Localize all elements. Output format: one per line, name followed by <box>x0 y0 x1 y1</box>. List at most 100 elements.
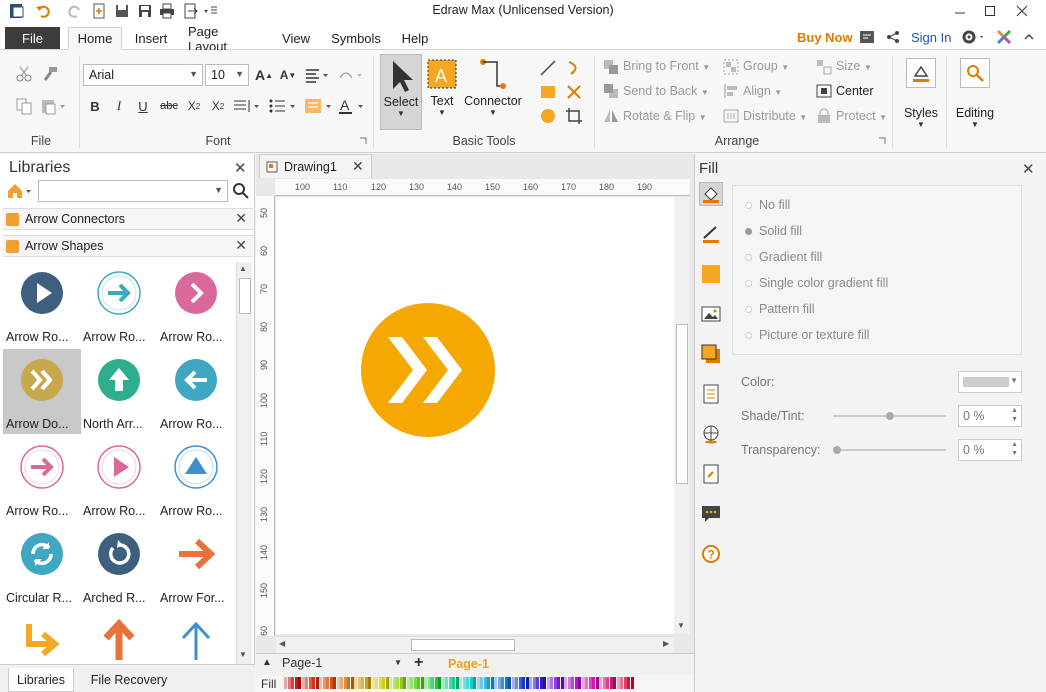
library-shape-item[interactable]: Arched R... <box>80 523 158 608</box>
spinner-arrows-icon[interactable]: ▲ ▼ <box>1011 406 1018 424</box>
editing-button[interactable]: Editing ▼ <box>952 56 998 136</box>
lock-icon[interactable] <box>815 107 833 125</box>
add-page-icon[interactable]: + <box>414 654 423 672</box>
underline-icon[interactable]: U <box>134 96 152 116</box>
center-icon[interactable] <box>815 82 833 100</box>
align-icon[interactable] <box>722 82 740 100</box>
fill-option-single-color-gradient[interactable]: Single color gradient fill <box>745 276 888 290</box>
drawing-page[interactable] <box>276 197 674 634</box>
line-style-icon[interactable] <box>699 222 723 246</box>
italic-icon[interactable]: I <box>110 96 128 116</box>
styles-button[interactable]: Styles ▼ <box>898 56 944 136</box>
library-shape-item[interactable]: Arrow Do... <box>3 349 81 434</box>
text-tool-button[interactable]: A Text ▼ <box>424 54 460 130</box>
help-question-icon[interactable]: ? <box>699 542 723 566</box>
page-properties-icon[interactable] <box>699 382 723 406</box>
paragraph-align-icon[interactable] <box>304 65 330 85</box>
library-shape-item[interactable] <box>157 610 235 662</box>
scroll-down-icon[interactable]: ▼ <box>677 621 685 630</box>
spinner-arrows-icon[interactable]: ▲ ▼ <box>1011 440 1018 458</box>
select-tool-button[interactable]: Select ▼ <box>380 54 422 130</box>
cut-icon[interactable] <box>14 64 34 84</box>
library-shape-item[interactable] <box>3 610 81 662</box>
group-button[interactable]: Group ▼ <box>743 59 789 73</box>
color-swatch[interactable] <box>630 677 634 689</box>
fill-option-no-fill[interactable]: No fill <box>745 198 790 212</box>
close-window-icon[interactable] <box>1006 0 1038 22</box>
font-name-select[interactable]: Arial ▼ <box>83 64 203 86</box>
fill-option-picture-texture[interactable]: Picture or texture fill <box>745 328 869 342</box>
send-to-back-button[interactable]: Send to Back ▼ <box>623 84 709 98</box>
close-fill-panel-icon[interactable]: ✕ <box>1022 160 1035 178</box>
buy-now-link[interactable]: Buy Now <box>797 30 853 45</box>
rectangle-tool-icon[interactable] <box>538 82 558 102</box>
transparency-slider-thumb[interactable] <box>833 446 841 454</box>
tab-symbols[interactable]: Symbols <box>324 27 388 50</box>
close-libraries-icon[interactable]: ✕ <box>234 159 247 177</box>
library-shape-item[interactable] <box>80 610 158 662</box>
library-shape-item[interactable]: North Arr... <box>80 349 158 434</box>
rotate-flip-icon[interactable] <box>602 107 620 125</box>
library-search-input[interactable]: ▼ <box>38 180 228 202</box>
canvas-vertical-scrollbar[interactable]: ▼ <box>674 197 690 634</box>
protect-button[interactable]: Protect ▼ <box>836 109 887 123</box>
minimize-icon[interactable] <box>944 0 976 22</box>
library-shape-item[interactable]: Circular R... <box>3 523 81 608</box>
canvas-vscroll-thumb[interactable] <box>676 324 688 484</box>
fill-panel-icon[interactable] <box>699 182 723 206</box>
fill-option-pattern-fill[interactable]: Pattern fill <box>745 302 815 316</box>
arrange-dialog-launcher-icon[interactable] <box>877 136 887 146</box>
library-shape-item[interactable]: Arrow Ro... <box>157 349 235 434</box>
settings-gear-icon[interactable] <box>960 27 986 47</box>
hyperlink-globe-icon[interactable] <box>699 422 723 446</box>
canvas-hscroll-thumb[interactable] <box>411 639 515 651</box>
bullet-list-icon[interactable] <box>268 96 298 116</box>
scroll-up-icon[interactable]: ▲ <box>239 264 247 273</box>
bring-to-front-icon[interactable] <box>602 58 620 76</box>
canvas-horizontal-scrollbar[interactable]: ◀ ▶ <box>276 636 674 653</box>
shadow-color-icon[interactable] <box>699 262 723 286</box>
align-button[interactable]: Align ▼ <box>743 84 782 98</box>
subscript-icon[interactable]: X2 <box>184 96 204 116</box>
scroll-down-icon[interactable]: ▼ <box>239 650 247 659</box>
library-scroll-thumb[interactable] <box>239 278 251 314</box>
shade-tint-input[interactable]: 0 % ▲ ▼ <box>958 405 1022 427</box>
grow-font-icon[interactable]: A ▲ <box>254 65 274 85</box>
size-button[interactable]: Size ▼ <box>836 59 872 73</box>
scroll-right-icon[interactable]: ▶ <box>663 639 669 648</box>
transparency-slider[interactable] <box>833 449 946 451</box>
library-shape-item[interactable]: Arrow Ro... <box>3 262 81 347</box>
page-bar-collapse-icon[interactable]: ▲ <box>262 657 272 668</box>
fill-option-gradient-fill[interactable]: Gradient fill <box>745 250 822 264</box>
attachment-icon[interactable] <box>699 462 723 486</box>
close-category-icon[interactable]: ✕ <box>235 237 247 254</box>
share-icon[interactable] <box>884 28 902 46</box>
transparency-input[interactable]: 0 % ▲ ▼ <box>958 439 1022 461</box>
bold-icon[interactable]: B <box>86 96 104 116</box>
cart-icon[interactable] <box>858 28 876 46</box>
font-dialog-launcher-icon[interactable] <box>358 136 368 146</box>
library-shape-item[interactable]: Arrow For... <box>157 523 235 608</box>
distribute-icon[interactable] <box>722 107 740 125</box>
tab-page-layout[interactable]: Page Layout <box>182 24 266 54</box>
scroll-left-icon[interactable]: ◀ <box>279 639 285 648</box>
line-spacing-icon[interactable] <box>338 65 364 85</box>
connector-tool-button[interactable]: Connector ▼ <box>462 54 524 130</box>
superscript-icon[interactable]: X2 <box>208 96 228 116</box>
comment-icon[interactable] <box>699 502 723 526</box>
library-category-arrow-connectors[interactable]: Arrow Connectors ✕ <box>3 208 253 230</box>
double-arrow-circle-shape[interactable] <box>361 303 495 437</box>
color-theme-icon[interactable] <box>994 27 1014 47</box>
library-shape-item[interactable]: Arrow Ro... <box>80 262 158 347</box>
page-tab-active[interactable]: Page-1 <box>448 657 489 671</box>
library-category-arrow-shapes[interactable]: Arrow Shapes ✕ <box>3 235 253 257</box>
strikethrough-icon[interactable]: abc <box>158 96 180 116</box>
document-tab[interactable]: Drawing1 ✕ <box>259 154 372 178</box>
color-swatches[interactable] <box>284 677 634 689</box>
file-menu-button[interactable]: File <box>5 27 60 49</box>
ellipse-tool-icon[interactable] <box>538 106 558 126</box>
font-color-icon[interactable]: A <box>338 96 368 116</box>
tab-help[interactable]: Help <box>395 27 435 50</box>
paste-icon[interactable] <box>40 96 68 116</box>
image-icon[interactable] <box>699 302 723 326</box>
